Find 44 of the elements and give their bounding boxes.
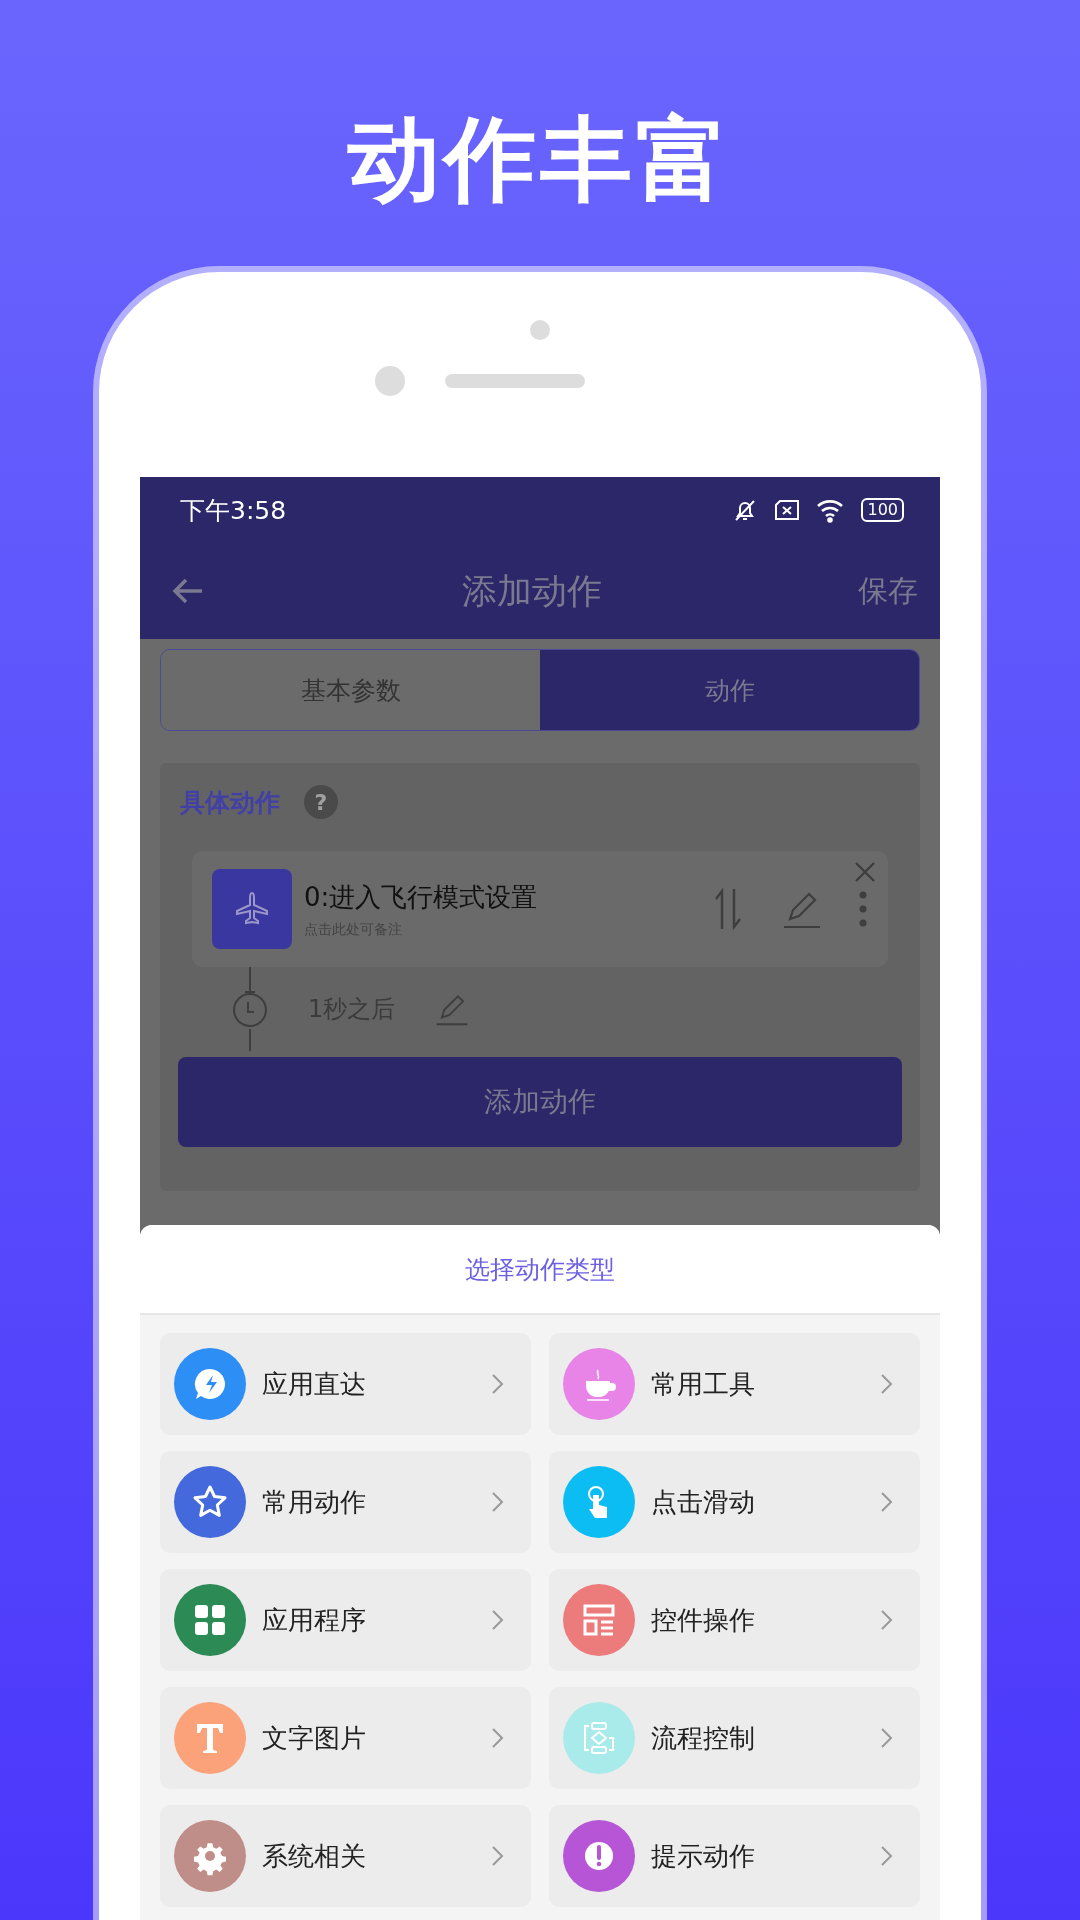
action-type-item[interactable]: 系统相关 [160, 1805, 531, 1907]
chevron-right-icon [880, 1727, 894, 1749]
sensor-dot [530, 320, 550, 340]
action-type-item[interactable]: 控件操作 [549, 1569, 920, 1671]
item-label: 流程控制 [651, 1721, 756, 1755]
chevron-right-icon [880, 1491, 894, 1513]
pencil-icon[interactable] [435, 992, 470, 1026]
sim-card-icon [773, 498, 802, 522]
action-type-item[interactable]: 应用直达 [160, 1333, 531, 1435]
item-label: 点击滑动 [651, 1485, 756, 1519]
more-dots-icon[interactable] [858, 889, 868, 929]
battery-level: 100 [867, 500, 898, 519]
section-title: 具体动作 [180, 786, 280, 819]
action-type-item[interactable]: 点击滑动 [549, 1451, 920, 1553]
action-title: 0:进入飞行模式设置 [304, 880, 539, 914]
item-label: 常用动作 [262, 1485, 367, 1519]
item-label: 应用程序 [262, 1603, 367, 1637]
chevron-right-icon [491, 1373, 505, 1395]
chevron-right-icon [880, 1845, 894, 1867]
chevron-right-icon [491, 1609, 505, 1631]
chevron-right-icon [491, 1727, 505, 1749]
screen-title: 添加动作 [461, 569, 603, 613]
action-type-item[interactable]: 常用动作 [160, 1451, 531, 1553]
chevron-right-icon [491, 1845, 505, 1867]
item-label: 常用工具 [651, 1367, 756, 1401]
item-label: 控件操作 [651, 1603, 756, 1637]
action-type-item[interactable]: 流程控制 [549, 1687, 920, 1789]
item-label: 提示动作 [651, 1839, 756, 1873]
status-time: 下午3:58 [180, 494, 287, 527]
action-type-item[interactable]: 提示动作 [549, 1805, 920, 1907]
timer-icon [232, 967, 268, 1051]
camera-dot [375, 366, 405, 396]
headline: 动作丰富 [348, 105, 732, 215]
item-label: 文字图片 [262, 1721, 367, 1755]
action-type-item[interactable]: 文字图片 [160, 1687, 531, 1789]
chevron-right-icon [491, 1491, 505, 1513]
action-type-item[interactable]: 应用程序 [160, 1569, 531, 1671]
chevron-right-icon [880, 1373, 894, 1395]
sheet-title: 选择动作类型 [465, 1253, 615, 1286]
chevron-right-icon [880, 1609, 894, 1631]
action-type-item[interactable]: 常用工具 [549, 1333, 920, 1435]
item-label: 系统相关 [262, 1839, 367, 1873]
item-label: 应用直达 [262, 1367, 367, 1401]
close-icon[interactable] [854, 861, 876, 883]
